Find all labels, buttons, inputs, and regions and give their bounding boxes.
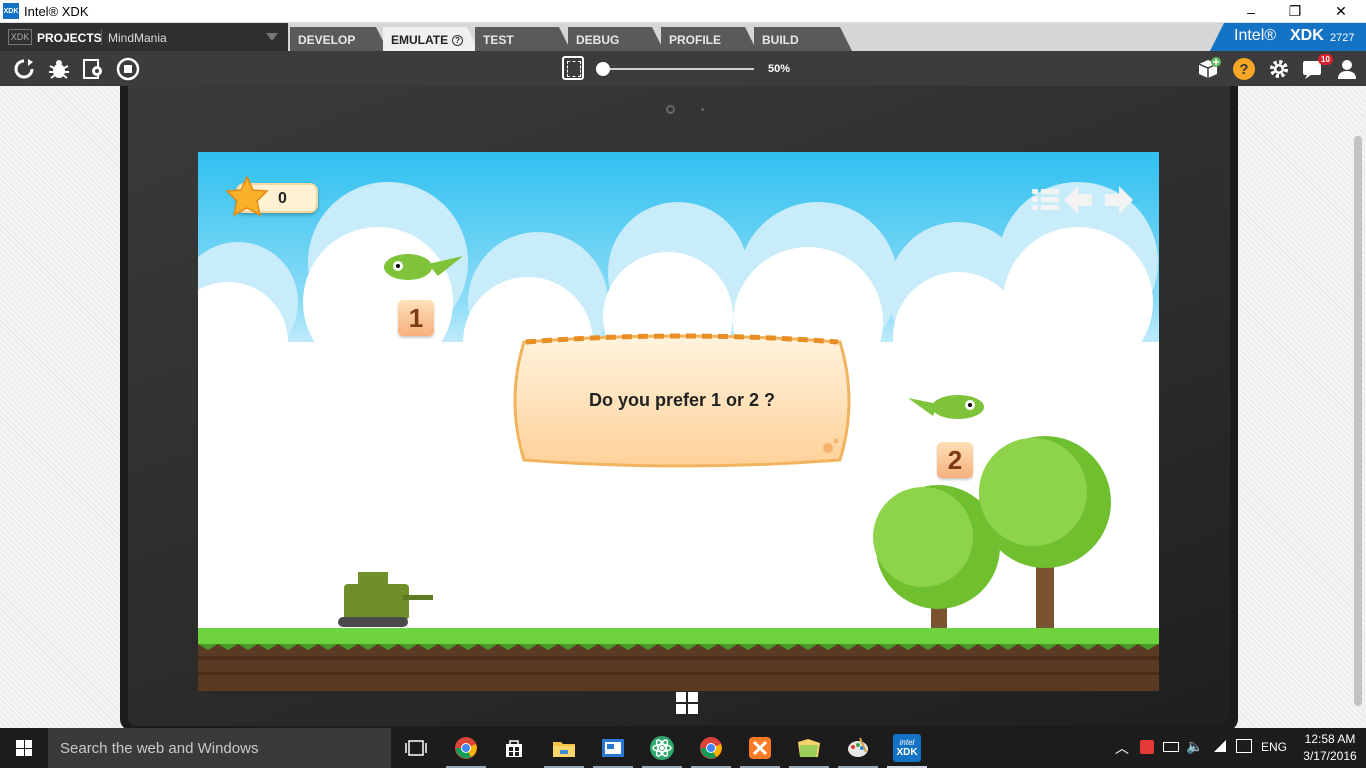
clock[interactable]: 12:58 AM 3/17/2016	[1298, 731, 1362, 765]
tab-profile[interactable]: PROFILE	[661, 27, 757, 51]
forward-arrow-icon	[1105, 186, 1133, 214]
game-nav-icons	[1032, 186, 1133, 214]
intel-xdk-brand: Intel® XDK 2727	[1210, 23, 1366, 51]
tab-debug[interactable]: DEBUG	[568, 27, 664, 51]
brand-xdk: XDK	[1290, 27, 1324, 44]
score-value: 0	[278, 190, 287, 207]
question-text: Do you prefer 1 or 2 ?	[588, 390, 776, 410]
zoom-slider-thumb[interactable]	[596, 62, 610, 76]
maximize-button[interactable]: ❐	[1272, 0, 1318, 23]
windows-logo-icon[interactable]	[676, 692, 698, 714]
search-placeholder: Search the web and Windows	[60, 740, 259, 757]
battery-icon[interactable]	[1163, 742, 1179, 752]
zoom-slider[interactable]	[602, 68, 754, 70]
atom-icon[interactable]	[648, 734, 676, 762]
language-indicator[interactable]: ENG	[1261, 740, 1287, 754]
start-button[interactable]	[0, 728, 48, 768]
settings-icon[interactable]	[1266, 56, 1292, 82]
info-icon[interactable]: ?	[452, 35, 464, 46]
debug-settings-icon[interactable]	[80, 56, 106, 82]
sensor-dot	[701, 108, 704, 111]
tab-label: PROFILE	[669, 33, 722, 47]
tab-label: DEVELOP	[298, 33, 356, 47]
tab-label: BUILD	[762, 33, 799, 47]
tab-test[interactable]: TEST	[475, 27, 571, 51]
chrome-icon[interactable]	[452, 734, 480, 762]
xampp-icon[interactable]	[746, 734, 774, 762]
chevron-up-icon[interactable]: ︿	[1115, 738, 1129, 758]
ground	[198, 628, 1159, 691]
stop-icon[interactable]	[115, 56, 141, 82]
help-icon[interactable]: ?	[1231, 56, 1257, 82]
brand-intel: Intel®	[1234, 27, 1277, 44]
xdk-app-icon: XDK	[3, 3, 19, 19]
windows-taskbar: Search the web and Windows intel XDK ︿ 🔈…	[0, 728, 1366, 768]
action-center-icon[interactable]	[1236, 739, 1252, 753]
user-icon[interactable]	[1334, 56, 1360, 82]
xdk-app-label-2: XDK	[896, 747, 918, 758]
xdk-badge: XDK	[8, 29, 32, 45]
close-button[interactable]: ✕	[1318, 0, 1364, 23]
acrobat-tray-icon[interactable]	[1140, 740, 1154, 754]
task-view-icon[interactable]	[402, 734, 430, 762]
menu-icon	[1032, 189, 1059, 210]
minimize-button[interactable]: –	[1228, 0, 1274, 23]
tab-label: TEST	[483, 33, 514, 47]
store-icon[interactable]	[500, 734, 528, 762]
tab-label: DEBUG	[576, 33, 620, 47]
notifications-badge: 10	[1318, 54, 1333, 65]
brand-version: 2727	[1330, 32, 1355, 44]
wifi-icon[interactable]	[1212, 738, 1228, 759]
project-name[interactable]: MindMania	[108, 31, 167, 45]
paint-icon[interactable]	[844, 734, 872, 762]
workspace-scrollbar[interactable]	[1354, 136, 1362, 706]
tab-label: EMULATE	[391, 33, 449, 47]
clock-time: 12:58 AM	[1304, 732, 1356, 746]
tab-develop[interactable]: DEVELOP	[290, 27, 388, 51]
title-bar: XDK Intel® XDK – ❐ ✕	[0, 0, 1366, 23]
star-icon	[225, 175, 269, 217]
bug-icon[interactable]	[46, 56, 72, 82]
slides-icon[interactable]	[599, 734, 627, 762]
clock-date: 3/17/2016	[1303, 749, 1357, 763]
intel-xdk-icon[interactable]: intel XDK	[893, 734, 921, 762]
projects-button[interactable]: PROJECTS	[37, 31, 102, 45]
search-box[interactable]: Search the web and Windows	[48, 728, 391, 768]
option-2-tile[interactable]: 2	[937, 442, 973, 478]
folder-icon[interactable]	[795, 734, 823, 762]
projects-area: XDK PROJECTS MindMania	[0, 23, 288, 51]
svg-text:?: ?	[1239, 61, 1248, 78]
tab-emulate[interactable]: EMULATE?	[383, 27, 479, 51]
back-arrow-icon	[1064, 186, 1092, 214]
chevron-down-icon[interactable]	[266, 33, 278, 41]
divider	[101, 29, 102, 45]
reload-icon[interactable]	[11, 56, 37, 82]
emulator-toolbar: 50% ? 10	[0, 51, 1366, 86]
option-1-tile[interactable]: 1	[398, 300, 434, 336]
chrome-icon[interactable]	[697, 734, 725, 762]
zoom-fit-icon[interactable]	[562, 56, 584, 80]
game-screen[interactable]: 0 Do you prefer 1 or 2 ? 1 2	[198, 152, 1159, 691]
camera-icon	[666, 105, 675, 114]
window-title: Intel® XDK	[24, 4, 89, 19]
zoom-label: 50%	[768, 63, 791, 75]
windows-logo-icon	[16, 740, 32, 756]
tab-build[interactable]: BUILD	[754, 27, 852, 51]
file-explorer-icon[interactable]	[550, 734, 578, 762]
main-tab-bar: XDK PROJECTS MindMania DEVELOP EMULATE? …	[0, 23, 1366, 51]
volume-icon[interactable]: 🔈	[1186, 738, 1203, 755]
cube-add-icon[interactable]	[1196, 56, 1222, 82]
